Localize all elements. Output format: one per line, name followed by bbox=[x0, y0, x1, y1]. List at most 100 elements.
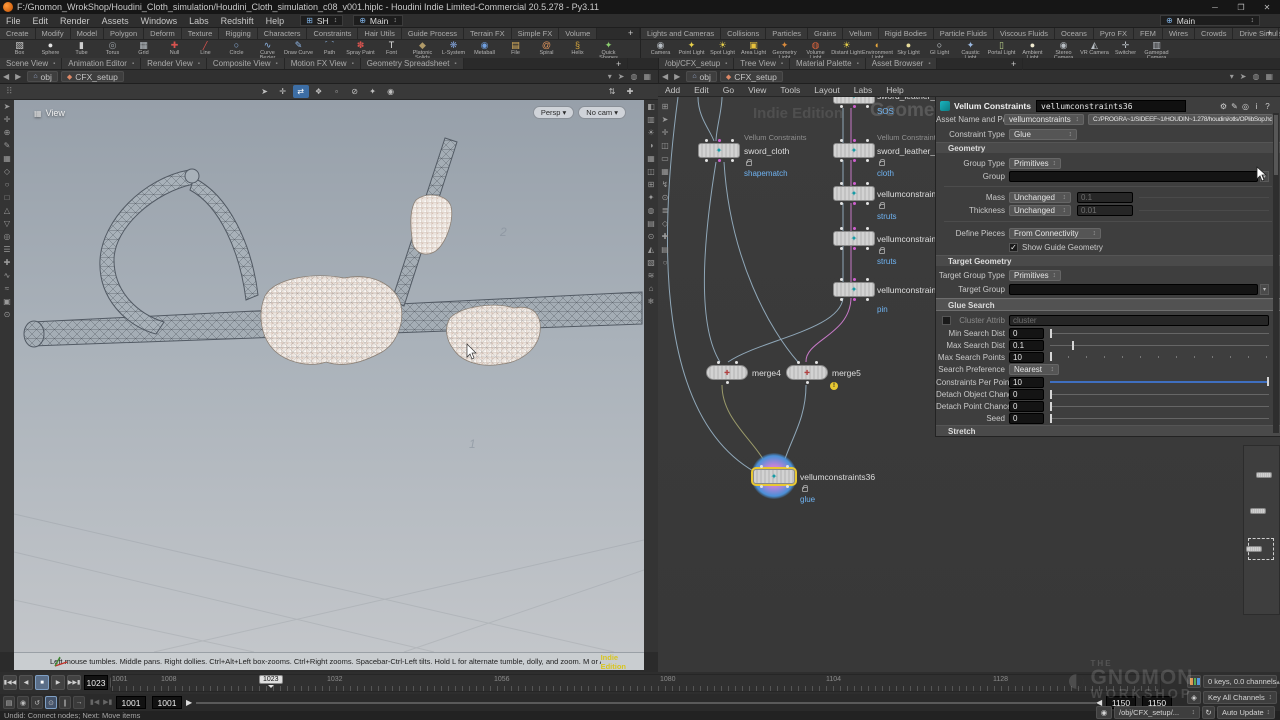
display-option-icon[interactable]: ◭ bbox=[648, 243, 654, 256]
shelf-tool[interactable]: ✦ Point Light bbox=[676, 41, 707, 58]
shelf-tab[interactable]: FEM bbox=[1134, 28, 1163, 39]
pane-tab[interactable]: Motion FX View▪ bbox=[285, 58, 361, 69]
shelf-tool[interactable]: ▦ Grid bbox=[128, 41, 159, 58]
breadcrumb-root[interactable]: ⌂obj bbox=[686, 71, 717, 82]
shelf-tool[interactable]: ✚ Null bbox=[159, 41, 190, 58]
window-control-button[interactable]: ─ bbox=[1202, 3, 1228, 12]
panel-header-icon[interactable]: i bbox=[1251, 102, 1262, 111]
show-guide-checkbox[interactable]: ✓ bbox=[1009, 243, 1018, 252]
shelf-tool[interactable]: ▤ File bbox=[500, 41, 531, 58]
global-start-field[interactable]: 1001 bbox=[116, 696, 146, 709]
target-group-field[interactable] bbox=[1009, 284, 1258, 295]
shelf-tool[interactable]: ☀ Spot Light bbox=[707, 41, 738, 58]
shelf-tool[interactable]: ● Sphere bbox=[35, 41, 66, 58]
display-option-icon[interactable]: ▥ bbox=[647, 113, 655, 126]
cook-mode-icon[interactable]: ◉ bbox=[1096, 706, 1112, 719]
shelf-tab[interactable]: Pyro FX bbox=[1094, 28, 1134, 39]
display-option-icon[interactable]: ❄ bbox=[648, 295, 655, 308]
max-search-dist-field[interactable]: 0.1 bbox=[1009, 340, 1044, 351]
close-tab-icon[interactable]: ▪ bbox=[276, 61, 278, 67]
close-tab-icon[interactable]: ▪ bbox=[857, 61, 859, 67]
breadcrumb-current[interactable]: ◆CFX_setup bbox=[720, 71, 783, 82]
step-back-button[interactable]: ◀ bbox=[19, 675, 33, 690]
current-frame-field[interactable]: 1023 bbox=[84, 675, 108, 690]
network-tool-icon[interactable]: ▤ bbox=[661, 243, 669, 256]
recook-icon[interactable]: ↻ bbox=[1202, 706, 1215, 719]
path-bar-icon[interactable]: ➤ bbox=[1237, 72, 1250, 81]
forward-icon[interactable]: ▶ bbox=[671, 72, 683, 81]
tool-icon[interactable]: ✛ bbox=[4, 113, 11, 126]
panel-header-icon[interactable]: ◎ bbox=[1240, 102, 1251, 111]
loop-toggle-icon[interactable]: ↺ bbox=[31, 696, 43, 709]
shelf-tab[interactable]: Particle Fluids bbox=[934, 28, 994, 39]
breadcrumb-root[interactable]: ⌂obj bbox=[27, 71, 58, 82]
tool-icon[interactable]: ◇ bbox=[4, 165, 10, 178]
network-tool-icon[interactable]: ▭ bbox=[661, 152, 669, 165]
network-tool-icon[interactable]: ✚ bbox=[662, 230, 669, 243]
tool-icon[interactable]: ◎ bbox=[4, 230, 11, 243]
viewport-tool-icon[interactable]: ❖ bbox=[311, 85, 327, 98]
window-control-button[interactable]: ✕ bbox=[1254, 3, 1280, 12]
shelf-tab[interactable]: Collisions bbox=[721, 28, 766, 39]
add-shelf-tab-button[interactable]: + bbox=[622, 28, 640, 38]
shelf-tool[interactable]: ✦ Caustic Light bbox=[955, 41, 986, 58]
tool-icon[interactable]: ✎ bbox=[4, 139, 11, 152]
shelf-tab[interactable]: Guide Process bbox=[402, 28, 464, 39]
shelf-tool[interactable]: @ Spiral bbox=[531, 41, 562, 58]
shelf-tab[interactable]: Polygon bbox=[104, 28, 144, 39]
viewport-tool-icon[interactable]: ▫ bbox=[329, 85, 345, 98]
shelf-tab[interactable]: Vellum bbox=[843, 28, 879, 39]
shelf-tool[interactable]: ✦ Geometry Light bbox=[769, 41, 800, 58]
detach-point-chance-field[interactable]: 0 bbox=[1009, 401, 1044, 412]
camera-selector[interactable]: No cam ▾ bbox=[578, 106, 626, 119]
pane-tab[interactable]: Asset Browser▪ bbox=[866, 58, 938, 69]
main-selector[interactable]: ⊕ Main↕ bbox=[353, 15, 403, 26]
menu-item[interactable]: View bbox=[741, 85, 773, 95]
display-option-icon[interactable]: ▦ bbox=[647, 152, 655, 165]
display-option-icon[interactable]: ▤ bbox=[647, 217, 655, 230]
target-group-type-select[interactable]: Primitives↕ bbox=[1009, 270, 1061, 281]
shelf-tool[interactable]: ○ GI Light bbox=[924, 41, 955, 58]
close-tab-icon[interactable]: ▪ bbox=[53, 61, 55, 67]
shelf-tab[interactable]: Grains bbox=[808, 28, 843, 39]
shelf-tool[interactable]: § Helix bbox=[562, 41, 593, 58]
keyframe-colors-icon[interactable] bbox=[1187, 675, 1201, 688]
tool-icon[interactable]: ➤ bbox=[4, 100, 11, 113]
display-option-icon[interactable]: ◧ bbox=[647, 100, 655, 113]
viewport-tool-icon[interactable]: ➤ bbox=[257, 85, 273, 98]
min-search-dist-slider[interactable] bbox=[1050, 333, 1269, 334]
shelf-tool[interactable]: ✎ Draw Curve bbox=[283, 41, 314, 58]
shelf-tool[interactable]: ✛ Switcher bbox=[1110, 41, 1141, 58]
display-option-icon[interactable]: ☀ bbox=[647, 126, 654, 139]
shelf-tab[interactable]: Volume bbox=[559, 28, 597, 39]
detach-object-chance-slider[interactable] bbox=[1050, 394, 1269, 395]
add-pane-tab-button[interactable]: + bbox=[610, 58, 628, 70]
section-stretch[interactable]: Stretch bbox=[936, 425, 1280, 436]
viewport-tool-icon[interactable]: ⊘ bbox=[347, 85, 363, 98]
shelf-tab[interactable]: Characters bbox=[258, 28, 308, 39]
shelf-tab[interactable]: Rigid Bodies bbox=[879, 28, 934, 39]
network-tool-icon[interactable]: ↯ bbox=[662, 178, 669, 191]
stop-button[interactable]: ■ bbox=[35, 675, 49, 690]
node-name-field[interactable]: vellumconstraints36 bbox=[1036, 100, 1186, 112]
network-tool-icon[interactable]: ▦ bbox=[661, 165, 669, 178]
export-toggle-icon[interactable]: ▤ bbox=[3, 696, 15, 709]
menu-item[interactable]: Render bbox=[54, 16, 96, 26]
constraint-type-select[interactable]: Glue↕ bbox=[1009, 129, 1077, 140]
forward-icon[interactable]: ▶ bbox=[12, 72, 24, 81]
max-search-points-field[interactable]: 10 bbox=[1009, 352, 1044, 363]
viewport-tool-icon[interactable]: ⇄ bbox=[293, 85, 309, 98]
menu-item[interactable]: Labs bbox=[847, 85, 879, 95]
network-tool-icon[interactable]: ◇ bbox=[662, 217, 668, 230]
range-handle-left[interactable]: ▶ bbox=[186, 698, 192, 707]
mass-mode-select[interactable]: Unchanged↕ bbox=[1009, 192, 1071, 203]
menu-item[interactable]: Tools bbox=[773, 85, 807, 95]
shelf-tool[interactable]: T Font bbox=[376, 41, 407, 58]
section-target-geometry[interactable]: Target Geometry bbox=[936, 255, 1280, 266]
shelf-tab[interactable]: Hair Utils bbox=[358, 28, 401, 39]
shelf-tool[interactable]: ◆ Platonic Solids bbox=[407, 41, 438, 58]
realtime-toggle-icon[interactable]: ⊙ bbox=[45, 696, 57, 709]
shelf-tab[interactable]: Create bbox=[0, 28, 36, 39]
shelf-tab[interactable]: Particles bbox=[766, 28, 808, 39]
pane-tab[interactable]: Animation Editor▪ bbox=[62, 58, 141, 69]
